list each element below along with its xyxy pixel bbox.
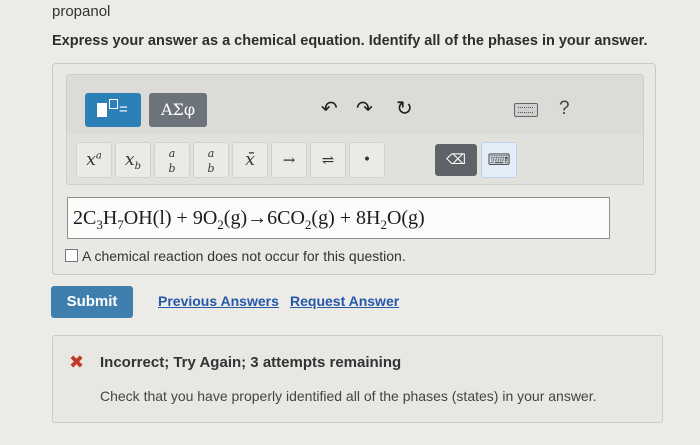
dot-button[interactable]: •: [349, 142, 385, 178]
submit-button[interactable]: Submit: [51, 286, 133, 318]
feedback-title: Incorrect; Try Again; 3 attempts remaini…: [100, 354, 402, 371]
error-icon: ✖: [69, 352, 85, 372]
reset-icon[interactable]: ↻: [396, 99, 413, 119]
superscript-button[interactable]: xa: [76, 142, 112, 178]
overline-button[interactable]: x̄: [232, 142, 268, 178]
keyboard-icon[interactable]: [514, 103, 538, 117]
feedback-box: ✖ Incorrect; Try Again; 3 attempts remai…: [52, 335, 663, 423]
equilibrium-button[interactable]: ⇌: [310, 142, 346, 178]
question-topline: propanol: [52, 3, 111, 20]
undo-icon[interactable]: ↶: [321, 99, 338, 119]
answer-panel: = ΑΣφ ↶ ↷ ↻ ? xa xb ab ab x̄ → ⇌ • ⌫ ⌨ 2…: [52, 63, 656, 275]
equation-text: 2C3H7OH(l) + 9O2(g)→6CO2(g) + 8H2O(g): [73, 207, 425, 232]
fraction-button[interactable]: ab: [154, 142, 190, 178]
editor-toolbar: = ΑΣφ ↶ ↷ ↻ ?: [66, 74, 644, 136]
help-icon[interactable]: ?: [559, 99, 570, 119]
feedback-message: Check that you have properly identified …: [100, 388, 597, 404]
delete-button[interactable]: ⌫: [435, 144, 477, 176]
question-instruction: Express your answer as a chemical equati…: [52, 33, 648, 49]
symbols-button[interactable]: ΑΣφ: [149, 93, 207, 127]
right-arrow-button[interactable]: →: [271, 142, 307, 178]
templates-button[interactable]: =: [85, 93, 141, 127]
equation-input[interactable]: 2C3H7OH(l) + 9O2(g)→6CO2(g) + 8H2O(g): [67, 197, 610, 239]
keyboard-button[interactable]: ⌨: [481, 142, 517, 178]
no-reaction-label: A chemical reaction does not occur for t…: [82, 248, 406, 264]
no-reaction-option[interactable]: A chemical reaction does not occur for t…: [65, 248, 406, 264]
fraction-small-button[interactable]: ab: [193, 142, 229, 178]
subscript-button[interactable]: xb: [115, 142, 151, 178]
previous-answers-link[interactable]: Previous Answers: [158, 293, 279, 309]
request-answer-link[interactable]: Request Answer: [290, 293, 399, 309]
no-reaction-checkbox[interactable]: [65, 249, 78, 262]
redo-icon[interactable]: ↷: [356, 99, 373, 119]
